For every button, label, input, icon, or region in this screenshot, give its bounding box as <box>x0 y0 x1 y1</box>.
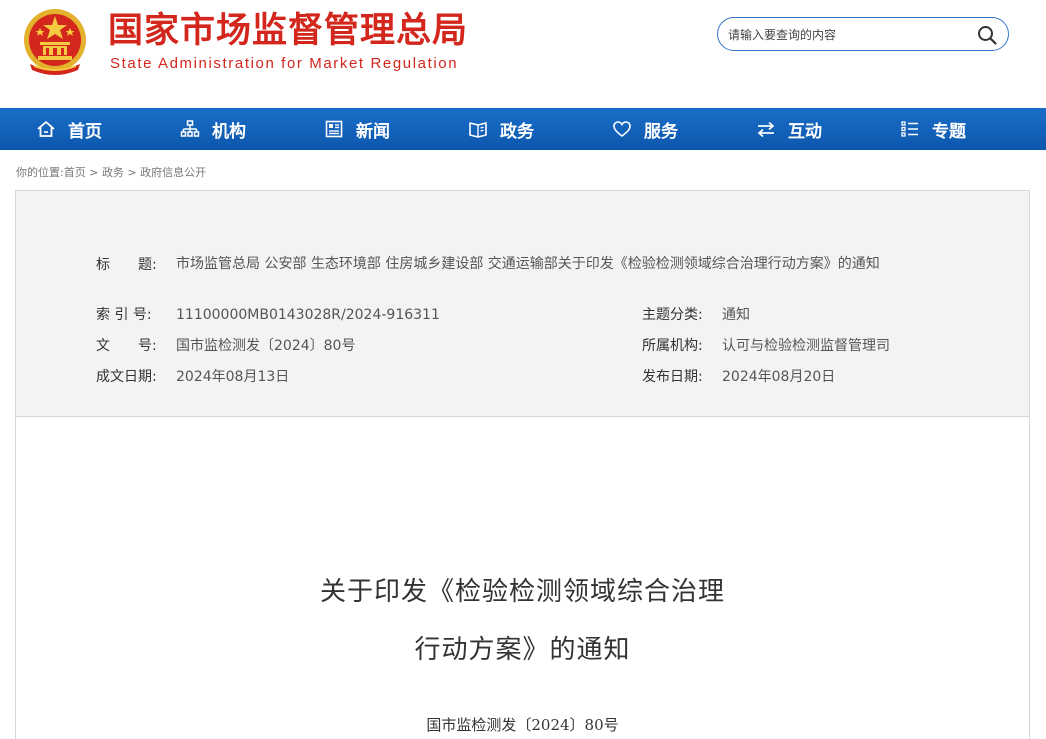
meta-docno-label: 文 号: <box>96 338 157 354</box>
nav-item-services[interactable]: 服务 <box>612 108 678 150</box>
meta-created-label: 成文日期: <box>96 369 157 385</box>
breadcrumb-home[interactable]: 首页 <box>64 166 86 179</box>
nav-item-interaction[interactable]: 互动 <box>756 108 822 150</box>
newspaper-icon <box>325 120 343 138</box>
article-container: 标 题: 市场监管总局 公安部 生态环境部 住房城乡建设部 交通运输部关于印发《… <box>15 190 1030 739</box>
document-metadata-panel: 标 题: 市场监管总局 公安部 生态环境部 住房城乡建设部 交通运输部关于印发《… <box>16 191 1029 417</box>
main-nav: 首页 机构 新闻 政务 服务 互动 专题 <box>0 108 1046 150</box>
document-heading-line-1: 关于印发《检验检测领域综合治理 <box>319 577 725 607</box>
breadcrumb-info-disclosure[interactable]: 政府信息公开 <box>140 166 206 179</box>
nav-label: 专题 <box>932 121 966 142</box>
meta-row-published: 发布日期: 2024年08月20日 <box>642 367 835 387</box>
meta-published-value: 2024年08月20日 <box>722 369 836 385</box>
breadcrumb-government-affairs[interactable]: 政务 <box>102 166 124 179</box>
search-input[interactable] <box>728 24 968 46</box>
list-icon <box>901 121 918 137</box>
meta-published-label: 发布日期: <box>642 369 703 385</box>
nav-label: 首页 <box>68 121 102 142</box>
document-heading-line-2: 行动方案》的通知 <box>414 635 631 665</box>
search-icon[interactable] <box>976 24 998 46</box>
nav-label: 政务 <box>500 121 534 142</box>
meta-docno-value: 国市监检测发〔2024〕80号 <box>176 338 356 354</box>
exchange-icon <box>757 121 775 138</box>
nav-item-news[interactable]: 新闻 <box>324 108 390 150</box>
book-icon <box>469 122 487 138</box>
meta-title-label: 标 题: <box>96 257 157 273</box>
meta-row-docno: 文 号: 国市监检测发〔2024〕80号 <box>96 336 355 356</box>
meta-row-index: 索 引 号: 11100000MB0143028R/2024-916311 <box>96 305 440 325</box>
breadcrumb: 你的位置:首页 > 政务 > 政府信息公开 <box>16 164 206 180</box>
meta-row-agency: 所属机构: 认可与检验检测监督管理司 <box>642 336 890 356</box>
org-chart-icon <box>180 120 200 137</box>
meta-title-value: 市场监管总局 公安部 生态环境部 住房城乡建设部 交通运输部关于印发《检验检测领… <box>176 256 880 272</box>
national-emblem-icon[interactable] <box>20 6 90 78</box>
heart-icon <box>613 121 631 138</box>
site-subtitle-en: State Administration for Market Regulati… <box>110 55 459 72</box>
nav-item-home[interactable]: 首页 <box>36 108 102 150</box>
meta-agency-label: 所属机构: <box>642 338 703 354</box>
meta-created-value: 2024年08月13日 <box>176 369 290 385</box>
document-number: 国市监检测发〔2024〕80号 <box>426 716 619 734</box>
meta-topic-value: 通知 <box>722 307 750 323</box>
breadcrumb-separator: > <box>89 166 99 179</box>
site-header: 国家市场监督管理总局 State Administration for Mark… <box>0 0 1046 108</box>
site-title: 国家市场监督管理总局 <box>108 11 469 51</box>
breadcrumb-prefix: 你的位置: <box>16 166 64 179</box>
home-icon <box>37 121 55 137</box>
meta-index-label: 索 引 号: <box>96 307 152 323</box>
nav-label: 互动 <box>788 121 822 142</box>
meta-index-value: 11100000MB0143028R/2024-916311 <box>176 307 440 323</box>
meta-row-created: 成文日期: 2024年08月13日 <box>96 367 289 387</box>
meta-row-topic: 主题分类: 通知 <box>642 305 750 325</box>
nav-label: 新闻 <box>356 121 390 142</box>
nav-label: 服务 <box>644 121 678 142</box>
breadcrumb-separator: > <box>127 166 137 179</box>
nav-label: 机构 <box>212 121 246 142</box>
nav-item-organization[interactable]: 机构 <box>180 108 246 150</box>
meta-agency-value: 认可与检验检测监督管理司 <box>722 338 890 354</box>
nav-item-topics[interactable]: 专题 <box>900 108 966 150</box>
search-box <box>717 17 1009 51</box>
meta-topic-label: 主题分类: <box>642 307 703 323</box>
nav-item-government-affairs[interactable]: 政务 <box>468 108 534 150</box>
